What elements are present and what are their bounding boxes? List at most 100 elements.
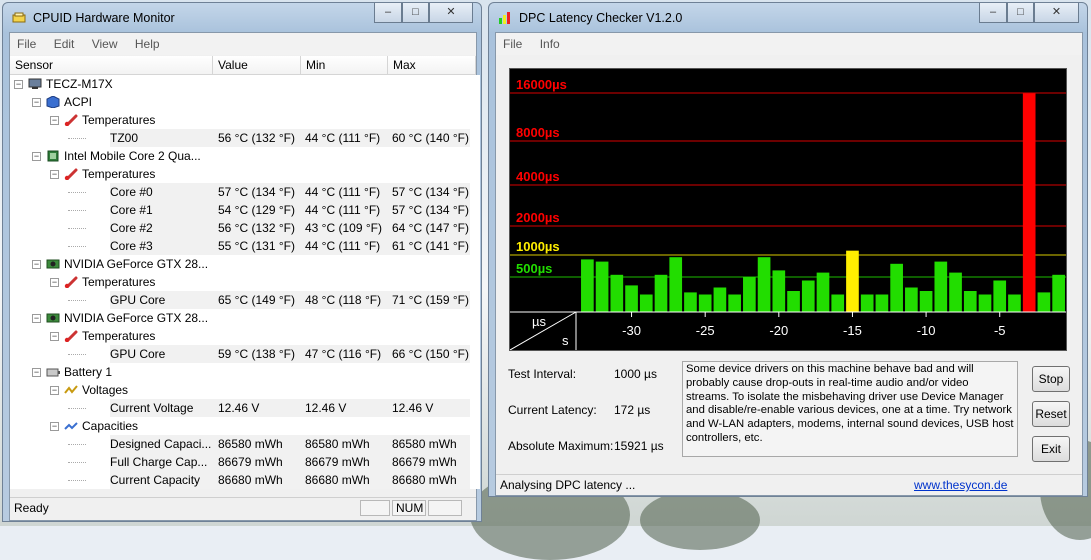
reset-button[interactable]: Reset (1032, 401, 1070, 427)
sensor-reading-row[interactable]: Core #0 57 °C (134 °F) 44 °C (111 °F) 57 °C… (10, 183, 480, 201)
cpuid-titlebar[interactable]: CPUID Hardware Monitor – □ ✕ (3, 3, 481, 33)
collapse-toggle-icon[interactable]: − (32, 152, 41, 161)
sensor-value: 65 °C (149 °F) (218, 293, 295, 307)
stop-button[interactable]: Stop (1032, 366, 1070, 392)
sensor-group-row[interactable]: − NVIDIA GeForce GTX 28... (10, 309, 480, 327)
tree-connector (68, 246, 86, 247)
test-interval-value: 1000 µs (614, 367, 657, 381)
sensor-group-row[interactable]: − Temperatures (10, 165, 480, 183)
sensor-reading-row[interactable]: Full Charge Cap... 86679 mWh 86679 mWh 8667… (10, 453, 480, 471)
y-tick-label: 500µs (516, 261, 552, 276)
sensor-group-row[interactable]: − Temperatures (10, 111, 480, 129)
sensor-group-row[interactable]: − ACPI (10, 93, 480, 111)
minimize-button[interactable]: – (374, 3, 402, 23)
dpc-title: DPC Latency Checker V1.2.0 (519, 11, 683, 25)
sensor-group-row[interactable]: − TECZ-M17X (10, 75, 480, 93)
latency-bar (654, 274, 668, 312)
sensor-reading-row[interactable]: Core #2 56 °C (132 °F) 43 °C (109 °F) 64 °C… (10, 219, 480, 237)
sensor-reading-row[interactable]: Current Capacity 86680 mWh 86680 mWh 86680 … (10, 471, 480, 489)
menu-info[interactable]: Info (533, 33, 567, 55)
x-tick-label: -5 (994, 323, 1006, 338)
sensor-value: 12.46 V (218, 401, 260, 415)
column-header-sensor[interactable]: Sensor (10, 56, 213, 75)
sensor-label: Designed Capaci... (110, 437, 212, 451)
collapse-toggle-icon[interactable]: − (32, 314, 41, 323)
collapse-toggle-icon[interactable]: − (50, 278, 59, 287)
sensor-min: 44 °C (111 °F) (305, 239, 381, 253)
collapse-toggle-icon[interactable]: − (50, 170, 59, 179)
collapse-toggle-icon[interactable]: − (32, 98, 41, 107)
collapse-toggle-icon[interactable]: − (50, 422, 59, 431)
tree-connector (68, 210, 86, 211)
sensor-group-row[interactable]: − Temperatures (10, 327, 480, 345)
sensor-max: 86580 mWh (392, 437, 457, 451)
collapse-toggle-icon[interactable]: − (50, 116, 59, 125)
collapse-toggle-icon[interactable]: − (50, 386, 59, 395)
menu-file[interactable]: File (10, 33, 43, 55)
collapse-toggle-icon[interactable]: − (32, 368, 41, 377)
x-tick-label: -10 (917, 323, 936, 338)
sensor-group-row[interactable]: − Capacities (10, 417, 480, 435)
collapse-toggle-icon[interactable]: − (32, 260, 41, 269)
close-button[interactable]: ✕ (1034, 3, 1079, 23)
tree-connector (68, 228, 86, 229)
sensor-label: TECZ-M17X (46, 77, 113, 91)
sensor-value: 55 °C (131 °F) (218, 239, 295, 253)
column-header-max[interactable]: Max (388, 56, 476, 75)
thesycon-link[interactable]: www.thesycon.de (914, 475, 1007, 495)
sensor-group-row[interactable]: − Temperatures (10, 273, 480, 291)
menu-edit[interactable]: Edit (47, 33, 82, 55)
latency-bar (610, 274, 624, 312)
dpc-menubar: File Info (496, 33, 1082, 55)
menu-help[interactable]: Help (128, 33, 167, 55)
gpu-icon (46, 313, 60, 323)
sensor-reading-row[interactable]: TZ00 56 °C (132 °F) 44 °C (111 °F) 60 °C (1… (10, 129, 480, 147)
sensor-reading-row[interactable]: GPU Core 65 °C (149 °F) 48 °C (118 °F) 71 °… (10, 291, 480, 309)
sensor-label: Core #1 (110, 203, 153, 217)
sensor-group-row[interactable]: − Voltages (10, 381, 480, 399)
sensor-reading-row[interactable]: Core #1 54 °C (129 °F) 44 °C (111 °F) 57 °C… (10, 201, 480, 219)
sensor-max: 57 °C (134 °F) (392, 185, 469, 199)
sensor-label: Temperatures (82, 113, 156, 127)
y-tick-label: 4000µs (516, 169, 560, 184)
latency-bar (816, 272, 830, 312)
maximize-button[interactable]: □ (402, 3, 429, 23)
absolute-max-label: Absolute Maximum: (508, 439, 614, 453)
latency-bar (684, 292, 697, 312)
sensor-reading-row[interactable]: Current Voltage 12.46 V 12.46 V 12.46 V (10, 399, 480, 417)
sensor-group-row[interactable]: − Battery 1 (10, 363, 480, 381)
sensor-label: ACPI (64, 95, 93, 109)
y-tick-label: 8000µs (516, 125, 560, 140)
latency-bar (757, 257, 771, 312)
sensor-reading-row[interactable]: GPU Core 59 °C (138 °F) 47 °C (116 °F) 66 °… (10, 345, 480, 363)
minimize-button[interactable]: – (979, 3, 1007, 23)
latency-bar (846, 250, 859, 312)
menu-view[interactable]: View (85, 33, 125, 55)
sensor-reading-row[interactable]: Core #3 55 °C (131 °F) 44 °C (111 °F) 61 °C… (10, 237, 480, 255)
collapse-toggle-icon[interactable]: − (50, 332, 59, 341)
status-num: NUM (392, 500, 426, 516)
tree-connector (68, 408, 86, 409)
sensor-reading-row[interactable]: Designed Capaci... 86580 mWh 86580 mWh 8658… (10, 435, 480, 453)
close-button[interactable]: ✕ (429, 3, 473, 23)
latency-bar (698, 294, 712, 312)
collapse-toggle-icon[interactable]: − (14, 80, 23, 89)
column-header-min[interactable]: Min (301, 56, 388, 75)
column-header-value[interactable]: Value (213, 56, 301, 75)
status-cell-empty (428, 500, 462, 516)
sensor-tree[interactable]: − TECZ-M17X − ACPI − Temperatures TZ00 56 °C (1… (10, 75, 480, 489)
y-tick-label: 2000µs (516, 210, 560, 225)
menu-file[interactable]: File (496, 33, 529, 55)
sensor-group-row[interactable]: − Intel Mobile Core 2 Qua... (10, 147, 480, 165)
voltage-icon (64, 385, 78, 394)
sensor-value: 56 °C (132 °F) (218, 221, 295, 235)
sensor-max: 66 °C (150 °F) (392, 347, 469, 361)
maximize-button[interactable]: □ (1007, 3, 1034, 23)
exit-button[interactable]: Exit (1032, 436, 1070, 462)
latency-bar (787, 291, 800, 312)
sensor-label: Core #0 (110, 185, 153, 199)
sensor-group-row[interactable]: − NVIDIA GeForce GTX 28... (10, 255, 480, 273)
sensor-label: Temperatures (82, 329, 156, 343)
latency-bar (890, 263, 903, 312)
dpc-titlebar[interactable]: DPC Latency Checker V1.2.0 – □ ✕ (489, 3, 1087, 33)
